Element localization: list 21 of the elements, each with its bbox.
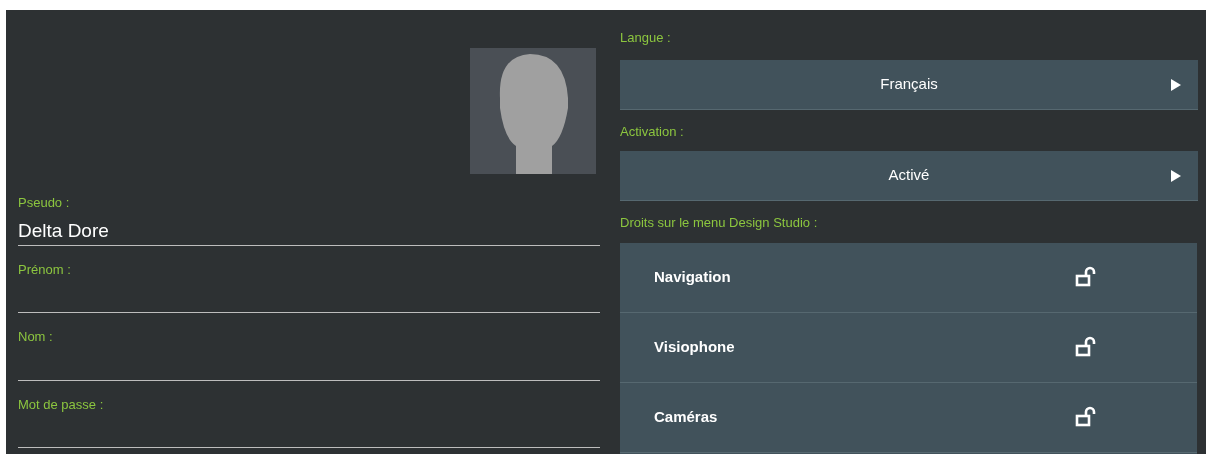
unlocked-padlock-icon[interactable] — [1075, 336, 1097, 358]
rights-label: Visiophone — [654, 336, 735, 357]
selector-button[interactable]: Français — [620, 59, 1198, 110]
rights-row[interactable]: Navigation — [620, 242, 1197, 313]
rights-row[interactable]: Visiophone — [620, 312, 1197, 383]
rights-label: Caméras — [654, 406, 718, 427]
selector-button[interactable]: Activé — [620, 151, 1198, 201]
field-label: Droits sur le menu Design Studio : — [620, 214, 818, 232]
unlocked-padlock-icon[interactable] — [1075, 406, 1097, 428]
rights-row[interactable]: Caméras — [620, 382, 1197, 453]
play-arrow-icon — [1170, 169, 1182, 183]
input-field[interactable]: Delta Dore — [18, 216, 600, 247]
field-label: Pseudo : — [18, 193, 70, 212]
rights-label: Navigation — [654, 266, 731, 287]
unlocked-padlock-icon[interactable] — [1075, 266, 1097, 288]
field-label: Activation : — [620, 122, 684, 141]
field-label: Prénom : — [18, 261, 71, 279]
field-label: Mot de passe : — [18, 395, 104, 414]
play-arrow-icon — [1170, 77, 1182, 92]
field-label: Langue : — [620, 29, 671, 47]
field-label: Nom : — [18, 328, 53, 347]
